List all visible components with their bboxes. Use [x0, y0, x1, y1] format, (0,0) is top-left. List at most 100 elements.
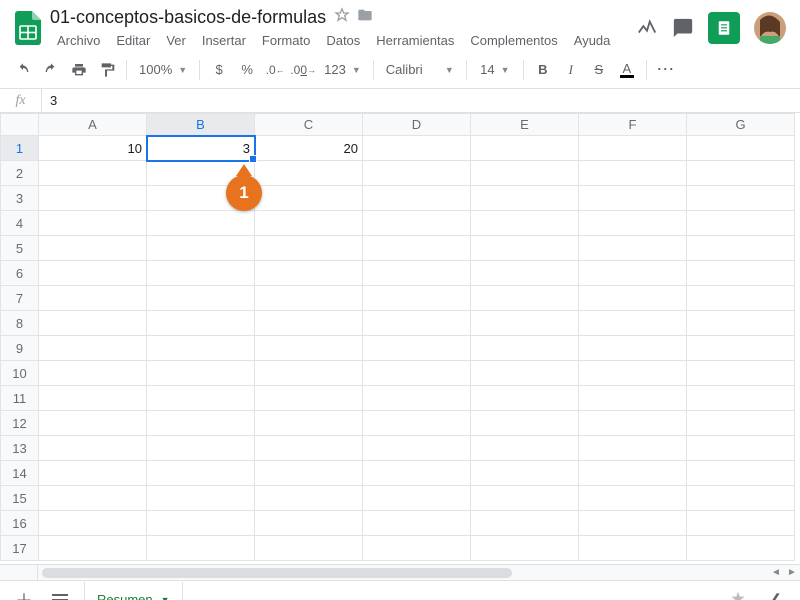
cell-D9[interactable]: [363, 336, 471, 361]
menu-addons[interactable]: Complementos: [463, 30, 564, 51]
cell-E13[interactable]: [471, 436, 579, 461]
star-icon[interactable]: [334, 7, 350, 28]
cell-B14[interactable]: [147, 461, 255, 486]
cell-G15[interactable]: [687, 486, 795, 511]
menu-tools[interactable]: Herramientas: [369, 30, 461, 51]
cell-D13[interactable]: [363, 436, 471, 461]
cell-G11[interactable]: [687, 386, 795, 411]
cell-C6[interactable]: [255, 261, 363, 286]
cell-F8[interactable]: [579, 311, 687, 336]
menu-format[interactable]: Formato: [255, 30, 317, 51]
col-header-F[interactable]: F: [579, 114, 687, 136]
row-header-10[interactable]: 10: [1, 361, 39, 386]
cell-F14[interactable]: [579, 461, 687, 486]
cell-D14[interactable]: [363, 461, 471, 486]
cell-A17[interactable]: [39, 536, 147, 561]
cell-B7[interactable]: [147, 286, 255, 311]
cell-C16[interactable]: [255, 511, 363, 536]
cell-B12[interactable]: [147, 411, 255, 436]
cell-D10[interactable]: [363, 361, 471, 386]
cell-E3[interactable]: [471, 186, 579, 211]
menu-data[interactable]: Datos: [319, 30, 367, 51]
cell-C2[interactable]: [255, 161, 363, 186]
cell-D7[interactable]: [363, 286, 471, 311]
cell-A9[interactable]: [39, 336, 147, 361]
row-header-6[interactable]: 6: [1, 261, 39, 286]
row-header-3[interactable]: 3: [1, 186, 39, 211]
cell-A2[interactable]: [39, 161, 147, 186]
side-panel-toggle[interactable]: ❮: [764, 588, 788, 600]
cell-C14[interactable]: [255, 461, 363, 486]
cell-B10[interactable]: [147, 361, 255, 386]
cell-A13[interactable]: [39, 436, 147, 461]
row-header-7[interactable]: 7: [1, 286, 39, 311]
cell-G6[interactable]: [687, 261, 795, 286]
document-title[interactable]: 01-conceptos-basicos-de-formulas: [50, 7, 326, 28]
menu-file[interactable]: Archivo: [50, 30, 107, 51]
cell-E2[interactable]: [471, 161, 579, 186]
cell-A16[interactable]: [39, 511, 147, 536]
cell-A4[interactable]: [39, 211, 147, 236]
strike-button[interactable]: S: [586, 57, 612, 83]
cell-D8[interactable]: [363, 311, 471, 336]
col-header-E[interactable]: E: [471, 114, 579, 136]
cell-A11[interactable]: [39, 386, 147, 411]
cell-E12[interactable]: [471, 411, 579, 436]
cell-B13[interactable]: [147, 436, 255, 461]
row-header-17[interactable]: 17: [1, 536, 39, 561]
cell-D2[interactable]: [363, 161, 471, 186]
row-header-2[interactable]: 2: [1, 161, 39, 186]
cell-E16[interactable]: [471, 511, 579, 536]
cell-F13[interactable]: [579, 436, 687, 461]
cell-D4[interactable]: [363, 211, 471, 236]
undo-button[interactable]: [10, 57, 36, 83]
cell-A7[interactable]: [39, 286, 147, 311]
percent-button[interactable]: %: [234, 57, 260, 83]
cell-F4[interactable]: [579, 211, 687, 236]
cell-F16[interactable]: [579, 511, 687, 536]
cell-B8[interactable]: [147, 311, 255, 336]
text-color-button[interactable]: A: [614, 57, 640, 83]
cell-B9[interactable]: [147, 336, 255, 361]
cell-F1[interactable]: [579, 136, 687, 161]
cell-B4[interactable]: [147, 211, 255, 236]
spreadsheet-grid[interactable]: ABCDEFG 110320234567891011121314151617: [0, 113, 795, 561]
explore-button[interactable]: [726, 588, 750, 600]
cell-F17[interactable]: [579, 536, 687, 561]
cell-B17[interactable]: [147, 536, 255, 561]
cell-G1[interactable]: [687, 136, 795, 161]
row-header-1[interactable]: 1: [1, 136, 39, 161]
cell-C1[interactable]: 20: [255, 136, 363, 161]
cell-G10[interactable]: [687, 361, 795, 386]
increase-decimal-button[interactable]: .00→: [290, 57, 316, 83]
row-header-5[interactable]: 5: [1, 236, 39, 261]
col-header-C[interactable]: C: [255, 114, 363, 136]
cell-A6[interactable]: [39, 261, 147, 286]
decrease-decimal-button[interactable]: .0←: [262, 57, 288, 83]
scroll-left-icon[interactable]: ◄: [768, 567, 784, 578]
cell-C13[interactable]: [255, 436, 363, 461]
italic-button[interactable]: I: [558, 57, 584, 83]
cell-E6[interactable]: [471, 261, 579, 286]
folder-icon[interactable]: [356, 7, 374, 28]
cell-F12[interactable]: [579, 411, 687, 436]
cell-C11[interactable]: [255, 386, 363, 411]
cell-C15[interactable]: [255, 486, 363, 511]
share-button[interactable]: [708, 12, 740, 44]
cell-G13[interactable]: [687, 436, 795, 461]
cell-C7[interactable]: [255, 286, 363, 311]
cell-A10[interactable]: [39, 361, 147, 386]
cell-A3[interactable]: [39, 186, 147, 211]
select-all-corner[interactable]: [1, 114, 39, 136]
cell-G4[interactable]: [687, 211, 795, 236]
cell-D3[interactable]: [363, 186, 471, 211]
cell-D15[interactable]: [363, 486, 471, 511]
currency-button[interactable]: $: [206, 57, 232, 83]
more-toolbar-button[interactable]: ⋯: [653, 57, 679, 83]
menu-view[interactable]: Ver: [159, 30, 193, 51]
all-sheets-button[interactable]: [48, 588, 72, 600]
row-header-12[interactable]: 12: [1, 411, 39, 436]
cell-D1[interactable]: [363, 136, 471, 161]
cell-C3[interactable]: [255, 186, 363, 211]
add-sheet-button[interactable]: ＋: [12, 588, 36, 600]
